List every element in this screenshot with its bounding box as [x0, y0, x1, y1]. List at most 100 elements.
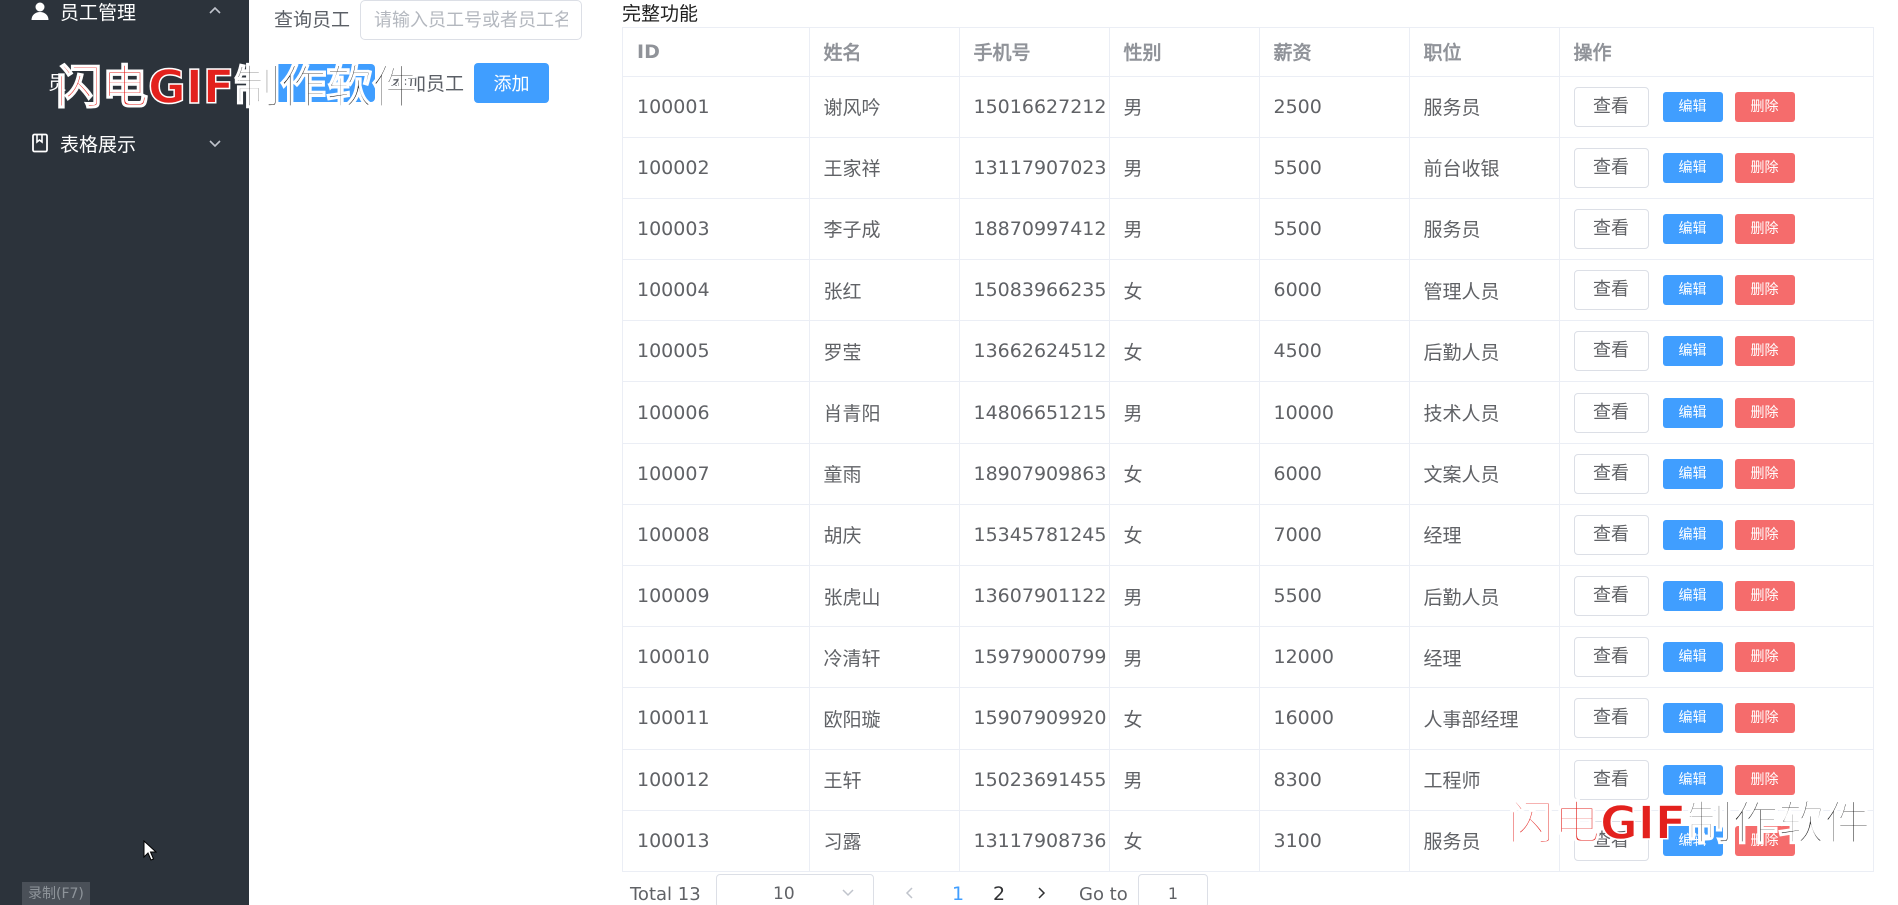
cell-phone: 15083966235: [959, 259, 1110, 322]
delete-button[interactable]: 删除: [1734, 397, 1795, 428]
cell-salary: 3100: [1259, 810, 1410, 871]
edit-button[interactable]: 编辑: [1662, 213, 1723, 244]
cell-name: 张虎山: [809, 565, 960, 628]
cell-salary: 5500: [1259, 137, 1410, 199]
table-body: 100001 谢风吟 15016627212 男 2500 服务员 查看 编辑 删除 100002…: [623, 76, 1873, 871]
edit-button[interactable]: 编辑: [1662, 764, 1723, 795]
cell-actions: 查看 编辑 删除: [1559, 137, 1873, 199]
menu-employee-management[interactable]: 员工管理: [0, 0, 249, 32]
cell-id: 100004: [623, 259, 810, 322]
column-header-id[interactable]: ID: [623, 28, 810, 77]
watermark-black-text: 制作软件: [1686, 796, 1872, 850]
view-button[interactable]: 查看: [1573, 208, 1649, 249]
cell-gender: 男: [1109, 76, 1260, 138]
cell-actions: 查看 编辑 删除: [1559, 381, 1873, 444]
query-employee-input[interactable]: [360, 0, 582, 40]
goto-page-input[interactable]: 1: [1138, 874, 1208, 905]
menu-table-display[interactable]: 表格展示: [0, 122, 249, 164]
cell-gender: 男: [1109, 381, 1260, 444]
delete-button[interactable]: 删除: [1734, 581, 1795, 612]
column-header-position[interactable]: 职位: [1409, 28, 1560, 77]
cell-gender: 女: [1109, 504, 1260, 567]
edit-button[interactable]: 编辑: [1662, 336, 1723, 367]
column-header-actions: 操作: [1559, 28, 1873, 77]
cell-position: 服务员: [1409, 76, 1560, 138]
view-button[interactable]: 查看: [1573, 147, 1649, 188]
cell-salary: 6000: [1259, 443, 1410, 505]
view-button[interactable]: 查看: [1573, 392, 1649, 433]
add-button[interactable]: 添加: [474, 63, 549, 103]
chevron-down-icon: [842, 889, 854, 897]
edit-button[interactable]: 编辑: [1662, 519, 1723, 550]
cell-gender: 女: [1109, 810, 1260, 871]
cell-gender: 女: [1109, 320, 1260, 383]
edit-button[interactable]: 编辑: [1662, 458, 1723, 489]
view-button[interactable]: 查看: [1573, 576, 1649, 617]
cell-phone: 13607901122: [959, 565, 1110, 628]
column-header-salary[interactable]: 薪资: [1259, 28, 1410, 77]
cell-position: 后勤人员: [1409, 565, 1560, 628]
chevron-right-icon[interactable]: [1035, 886, 1047, 900]
cell-id: 100013: [623, 810, 810, 871]
cell-name: 胡庆: [809, 504, 960, 567]
view-button[interactable]: 查看: [1573, 453, 1649, 494]
delete-button[interactable]: 删除: [1734, 458, 1795, 489]
edit-button[interactable]: 编辑: [1662, 642, 1723, 673]
edit-button[interactable]: 编辑: [1662, 703, 1723, 734]
page-size-select[interactable]: 10: [716, 874, 874, 905]
cell-position: 经理: [1409, 504, 1560, 567]
cell-position: 技术人员: [1409, 381, 1560, 444]
edit-button[interactable]: 编辑: [1662, 275, 1723, 306]
cell-actions: 查看 编辑 删除: [1559, 626, 1873, 689]
view-button[interactable]: 查看: [1573, 86, 1649, 127]
cell-position: 前台收银: [1409, 137, 1560, 199]
edit-button[interactable]: 编辑: [1662, 397, 1723, 428]
cell-name: 冷清轩: [809, 626, 960, 689]
cell-id: 100007: [623, 443, 810, 505]
sidebar: 员工管理 员 表格展示 录制(F7): [0, 0, 249, 905]
delete-button[interactable]: 删除: [1734, 642, 1795, 673]
cell-name: 罗莹: [809, 320, 960, 383]
view-button[interactable]: 查看: [1573, 514, 1649, 555]
record-hint: 录制(F7): [22, 882, 90, 905]
cell-phone: 15345781245: [959, 504, 1110, 567]
view-button[interactable]: 查看: [1573, 270, 1649, 311]
mouse-cursor-icon: [143, 840, 157, 861]
delete-button[interactable]: 删除: [1734, 336, 1795, 367]
cell-name: 习露: [809, 810, 960, 871]
column-header-phone[interactable]: 手机号: [959, 28, 1110, 77]
cell-phone: 15023691455: [959, 749, 1110, 811]
menu-employee-label: 员工管理: [60, 1, 137, 24]
page-2[interactable]: 2: [993, 883, 1005, 905]
delete-button[interactable]: 删除: [1734, 91, 1795, 122]
page-1[interactable]: 1: [952, 883, 964, 905]
view-button[interactable]: 查看: [1573, 331, 1649, 372]
delete-button[interactable]: 删除: [1734, 275, 1795, 306]
view-button[interactable]: 查看: [1573, 759, 1649, 800]
delete-button[interactable]: 删除: [1734, 152, 1795, 183]
cell-actions: 查看 编辑 删除: [1559, 565, 1873, 628]
column-header-gender[interactable]: 性别: [1109, 28, 1260, 77]
cell-phone: 14806651215: [959, 381, 1110, 444]
cell-gender: 男: [1109, 198, 1260, 261]
chevron-left-icon[interactable]: [904, 886, 916, 900]
view-button[interactable]: 查看: [1573, 637, 1649, 678]
cell-name: 李子成: [809, 198, 960, 261]
cell-actions: 查看 编辑 删除: [1559, 259, 1873, 322]
cell-salary: 5500: [1259, 565, 1410, 628]
delete-button[interactable]: 删除: [1734, 519, 1795, 550]
table-row: 100001 谢风吟 15016627212 男 2500 服务员 查看 编辑 删除: [623, 76, 1873, 138]
table-row: 100006 肖青阳 14806651215 男 10000 技术人员 查看 编辑 删除: [623, 381, 1873, 444]
edit-button[interactable]: 编辑: [1662, 581, 1723, 612]
delete-button[interactable]: 删除: [1734, 213, 1795, 244]
view-button[interactable]: 查看: [1573, 698, 1649, 739]
edit-button[interactable]: 编辑: [1662, 91, 1723, 122]
edit-button[interactable]: 编辑: [1662, 152, 1723, 183]
delete-button[interactable]: 删除: [1734, 703, 1795, 734]
cell-id: 100011: [623, 687, 810, 750]
delete-button[interactable]: 删除: [1734, 764, 1795, 795]
cell-salary: 16000: [1259, 687, 1410, 750]
cell-name: 欧阳璇: [809, 687, 960, 750]
column-header-name[interactable]: 姓名: [809, 28, 960, 77]
cell-phone: 15016627212: [959, 76, 1110, 138]
